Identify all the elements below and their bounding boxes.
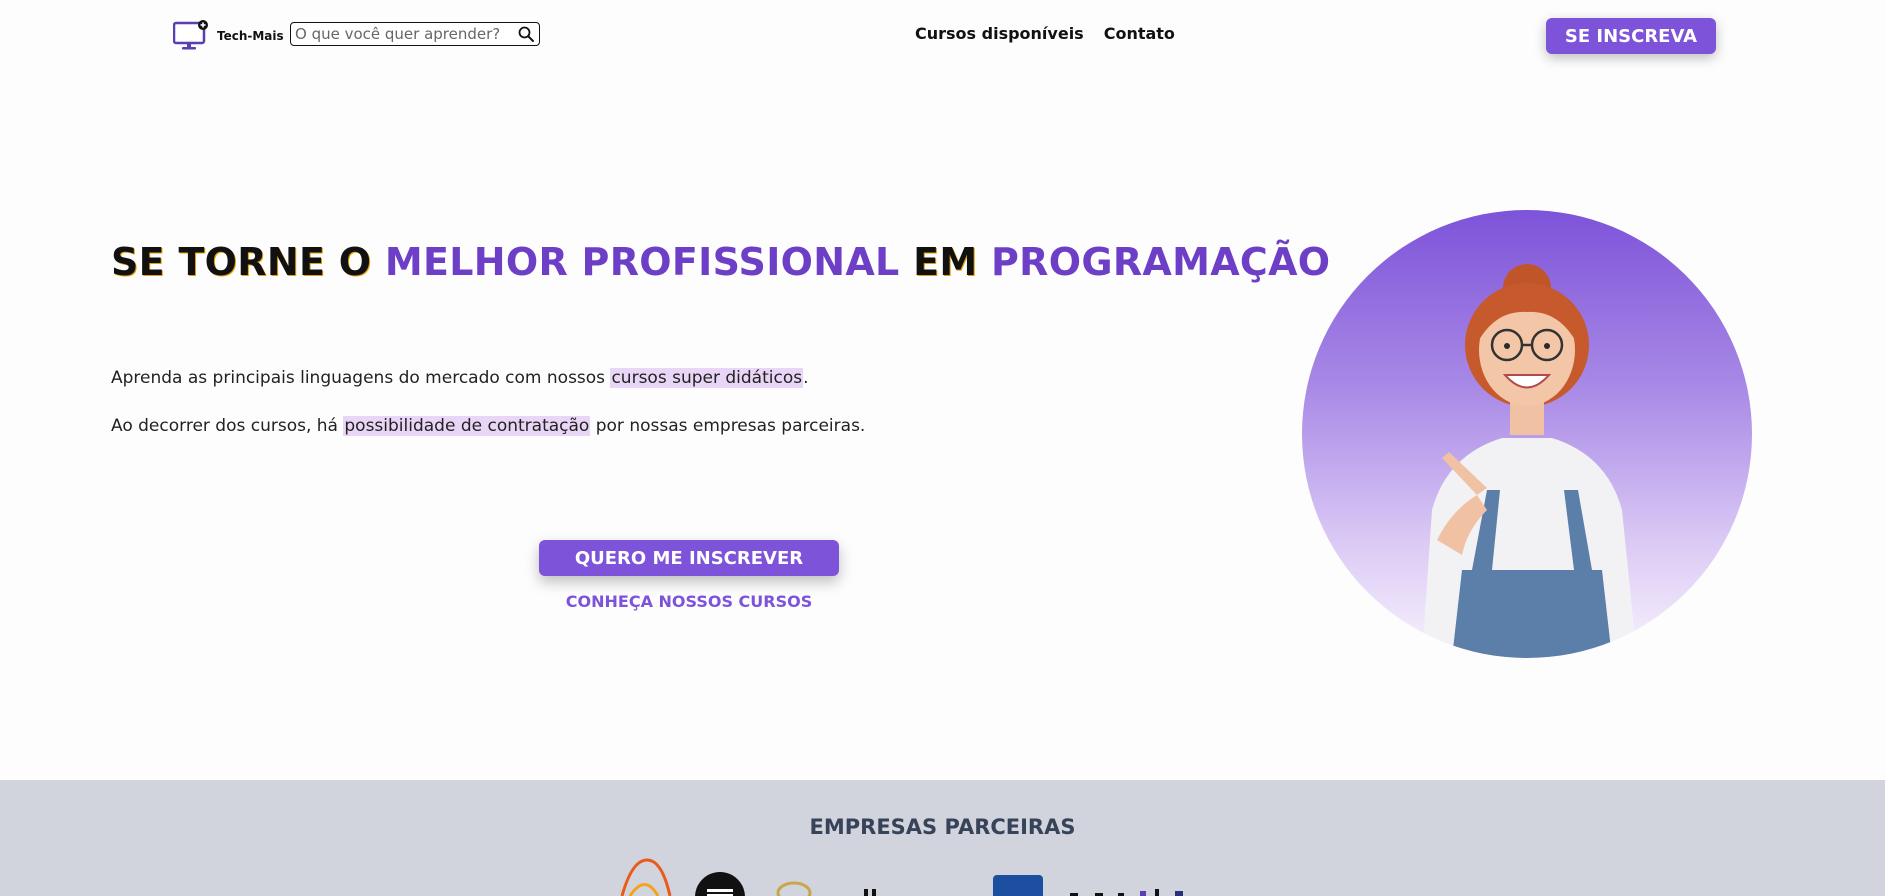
paragraph-text: . — [803, 368, 809, 388]
hero-title: SE TORNE O MELHOR PROFISSIONAL EM PROGRA… — [111, 240, 1330, 284]
partner-logo-4 — [864, 889, 876, 896]
partners-title: EMPRESAS PARCEIRAS — [809, 815, 1076, 839]
hero-paragraph-1: Aprenda as principais linguagens do merc… — [111, 368, 808, 388]
partner-logo-1 — [620, 858, 672, 896]
partner-logos — [0, 855, 1885, 896]
hero-title-part: SE TORNE O — [111, 240, 385, 284]
nav-link-courses[interactable]: Cursos disponíveis — [915, 24, 1084, 43]
highlighted-text: cursos super didáticos — [610, 368, 804, 388]
courses-link[interactable]: CONHEÇA NOSSOS CURSOS — [539, 592, 839, 611]
logo[interactable]: Tech-Mais — [173, 20, 284, 52]
partner-logo-5 — [993, 875, 1043, 896]
enroll-button[interactable]: QUERO ME INSCREVER — [539, 540, 839, 576]
paragraph-text: Aprenda as principais linguagens do merc… — [111, 368, 611, 388]
computer-icon — [173, 20, 208, 50]
brand-name: Tech-Mais — [217, 29, 284, 43]
signup-button[interactable]: SE INSCREVA — [1546, 18, 1716, 54]
hero-title-part: EM — [899, 240, 992, 284]
hero-title-highlight: PROGRAMAÇÃO — [991, 240, 1331, 284]
woman-pointing-illustration — [1422, 264, 1637, 658]
main-nav: Cursos disponíveis Contato — [915, 24, 1175, 43]
search-box — [290, 22, 540, 46]
nav-link-contact[interactable]: Contato — [1104, 24, 1175, 43]
hero-photo — [1302, 210, 1752, 658]
partner-logo-2 — [695, 872, 745, 896]
paragraph-text: Ao decorrer dos cursos, há — [111, 416, 344, 436]
hero-title-highlight: MELHOR PROFISSIONAL — [384, 240, 900, 284]
paragraph-text: por nossas empresas parceiras. — [590, 416, 866, 436]
search-icon[interactable] — [517, 25, 535, 43]
search-input[interactable] — [295, 24, 510, 44]
site-header: Tech-Mais Cursos disponíveis Contato SE … — [0, 0, 1885, 70]
partner-logo-3 — [776, 881, 812, 896]
partner-logo-6 — [1070, 889, 1183, 896]
highlighted-text: possibilidade de contratação — [343, 416, 591, 436]
hero-paragraph-2: Ao decorrer dos cursos, há possibilidade… — [111, 416, 865, 436]
